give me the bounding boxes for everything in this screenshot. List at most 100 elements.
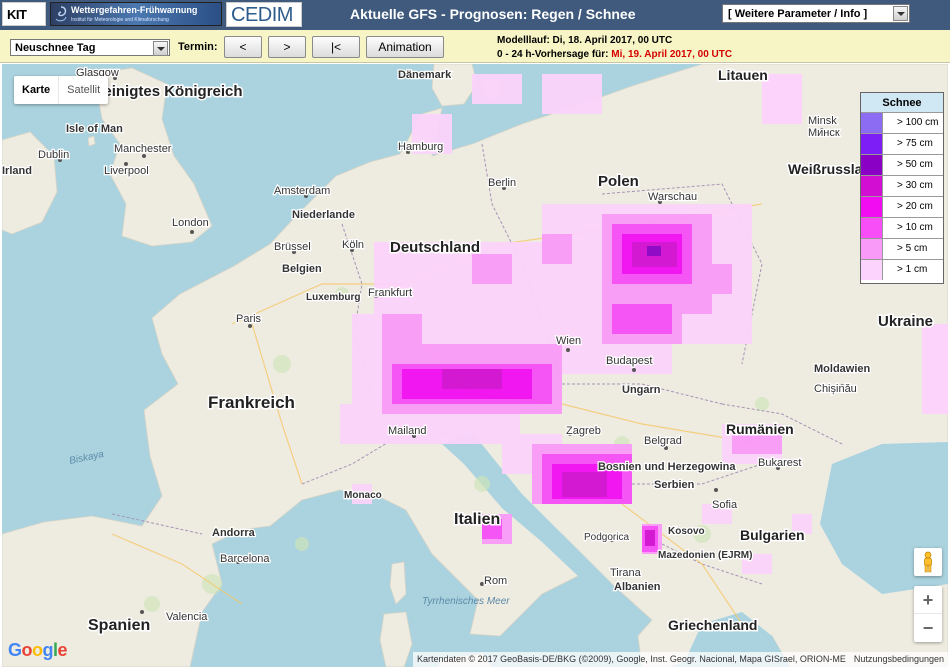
- previous-button[interactable]: <: [224, 36, 262, 58]
- legend-rows: > 100 cm > 75 cm > 50 cm > 30 cm > 20 cm > 10…: [861, 113, 943, 281]
- first-button[interactable]: |<: [312, 36, 360, 58]
- parameter-select[interactable]: [ Weitere Parameter / Info ]: [722, 4, 910, 23]
- legend-swatch: [861, 239, 883, 259]
- country-label-gr: Griechenland: [668, 617, 757, 633]
- city-label-chisinau: Chișinău: [814, 383, 857, 395]
- street-view-pegman[interactable]: [914, 548, 942, 576]
- legend-row: > 100 cm: [861, 113, 943, 134]
- city-label-berlin: Berlin: [488, 177, 516, 189]
- legend-label: > 5 cm: [897, 243, 928, 254]
- country-label-lt: Litauen: [718, 67, 768, 83]
- city-label-hamburg: Hamburg: [398, 141, 443, 153]
- country-label-nl: Niederlande: [292, 209, 355, 221]
- app-root: KIT Wettergefahren-Frühwarnung Institut …: [0, 0, 950, 667]
- legend-swatch: [861, 155, 883, 175]
- city-label-london: London: [172, 217, 209, 229]
- toolbar: Neuschnee Tag Termin: < > |< Animation M…: [0, 30, 950, 63]
- legend-label: > 100 cm: [897, 117, 939, 128]
- country-label-dk: Dänemark: [398, 69, 452, 81]
- city-label-belgrad: Belgrad: [644, 435, 682, 447]
- country-label-bg: Bulgarien: [740, 527, 805, 543]
- map-attribution: Kartendaten © 2017 GeoBasis-DE/BKG (©200…: [412, 652, 948, 667]
- zoom-control: + −: [914, 586, 942, 642]
- city-label-valencia: Valencia: [166, 611, 208, 623]
- country-label-fr: Frankreich: [208, 393, 295, 412]
- next-button[interactable]: >: [268, 36, 306, 58]
- city-label-liverpool: Liverpool: [104, 165, 149, 177]
- legend-row: > 75 cm: [861, 134, 943, 155]
- map-type-control: Karte Satellit: [14, 76, 109, 104]
- termin-label: Termin:: [178, 41, 218, 53]
- city-label-paris: Paris: [236, 313, 262, 325]
- model-run-info: Modelllauf: Di, 18. April 2017, 00 UTC: [497, 35, 673, 46]
- country-label-es: Spanien: [88, 617, 150, 634]
- legend-swatch: [861, 260, 883, 280]
- city-label-minsk: Minsk: [808, 115, 837, 127]
- legend-swatch: [861, 134, 883, 154]
- city-label-tirana: Tirana: [610, 567, 642, 579]
- country-label-ie: Irland: [2, 165, 32, 177]
- legend-swatch: [861, 218, 883, 238]
- terms-link[interactable]: Nutzungsbedingungen: [854, 654, 944, 664]
- google-logo-letter: o: [32, 640, 43, 660]
- pegman-icon: [924, 551, 932, 573]
- city-label-frankfurt: Frankfurt: [368, 287, 412, 299]
- legend-label: > 10 cm: [897, 222, 933, 233]
- zoom-in-button[interactable]: +: [914, 586, 942, 614]
- sea-label-biscay: Biskaya: [68, 449, 105, 467]
- city-label-warschau: Warschau: [648, 191, 697, 203]
- country-label-al: Albanien: [614, 581, 661, 593]
- country-label-xk: Kosovo: [668, 526, 705, 537]
- chevron-down-icon[interactable]: [893, 6, 908, 21]
- animation-button[interactable]: Animation: [366, 36, 444, 58]
- cedim-logo[interactable]: CEDIM: [226, 2, 302, 27]
- map-type-karte-button[interactable]: Karte: [14, 76, 58, 104]
- snow-legend: Schnee > 100 cm > 75 cm > 50 cm > 30 cm > 20…: [860, 92, 944, 284]
- legend-row: > 10 cm: [861, 218, 943, 239]
- forecast-date: Mi, 19. April 2017, 00 UTC: [611, 49, 733, 60]
- zoom-out-button[interactable]: −: [914, 614, 942, 642]
- attribution-text: Kartendaten © 2017 GeoBasis-DE/BKG (©200…: [416, 654, 846, 664]
- sea-label-tyrrhenian-text: Tyrrhenisches Meer: [422, 596, 510, 607]
- legend-swatch: [861, 197, 883, 217]
- city-label-amsterdam: Amsterdam: [274, 185, 330, 197]
- legend-label: > 20 cm: [897, 201, 933, 212]
- google-logo-letter: G: [8, 640, 22, 660]
- country-label-mc: Monaco: [344, 490, 382, 501]
- country-label-ba: Bosnien und Herzegowina: [598, 461, 736, 473]
- city-label-podgorica: Podgorica: [584, 532, 629, 543]
- city-label-dublin: Dublin: [38, 149, 69, 161]
- country-label-hu: Ungarn: [622, 384, 661, 396]
- legend-label: > 75 cm: [897, 138, 933, 149]
- banner-title: Wettergefahren-Frühwarnung: [71, 5, 198, 15]
- legend-row: > 50 cm: [861, 155, 943, 176]
- google-logo-letter: o: [21, 640, 33, 660]
- country-label-be: Belgien: [282, 263, 322, 275]
- product-select-label: Neuschnee Tag: [15, 42, 96, 54]
- country-label-rs: Serbien: [654, 479, 695, 491]
- city-label-mailand: Mailand: [388, 425, 427, 437]
- google-logo-letter: g: [42, 640, 54, 660]
- google-logo[interactable]: Google: [8, 640, 68, 661]
- swirl-icon: [55, 6, 67, 22]
- legend-row: > 1 cm: [861, 260, 943, 281]
- chevron-down-icon[interactable]: [153, 41, 168, 56]
- map-type-satellit-button[interactable]: Satellit: [58, 76, 108, 104]
- country-label-lu: Luxemburg: [306, 292, 360, 303]
- banner-subtitle: Institut für Meteorologie und Klimaforsc…: [71, 17, 169, 23]
- page-title: Aktuelle GFS - Prognosen: Regen / Schnee: [350, 6, 636, 22]
- kit-logo[interactable]: KIT: [2, 2, 46, 26]
- country-label-ro: Rumänien: [726, 421, 794, 437]
- map-canvas[interactable]: Biskaya Tyrrhenisches Meer Vereinigtes K…: [2, 64, 948, 667]
- legend-label: > 50 cm: [897, 159, 933, 170]
- city-label-budapest: Budapest: [606, 355, 652, 367]
- legend-label: > 30 cm: [897, 180, 933, 191]
- forecast-prefix: 0 - 24 h-Vorhersage für:: [497, 49, 612, 60]
- header-bar: KIT Wettergefahren-Frühwarnung Institut …: [0, 0, 950, 30]
- city-label-rom: Rom: [484, 575, 507, 587]
- product-select[interactable]: Neuschnee Tag: [10, 39, 170, 56]
- wettergefahren-banner[interactable]: Wettergefahren-Frühwarnung Institut für …: [50, 2, 222, 26]
- cedim-logo-text: CEDIM: [231, 4, 293, 26]
- country-label-md: Moldawien: [814, 363, 871, 375]
- sea-label-tyrrhenian: Tyrrhenisches Meer: [422, 596, 510, 607]
